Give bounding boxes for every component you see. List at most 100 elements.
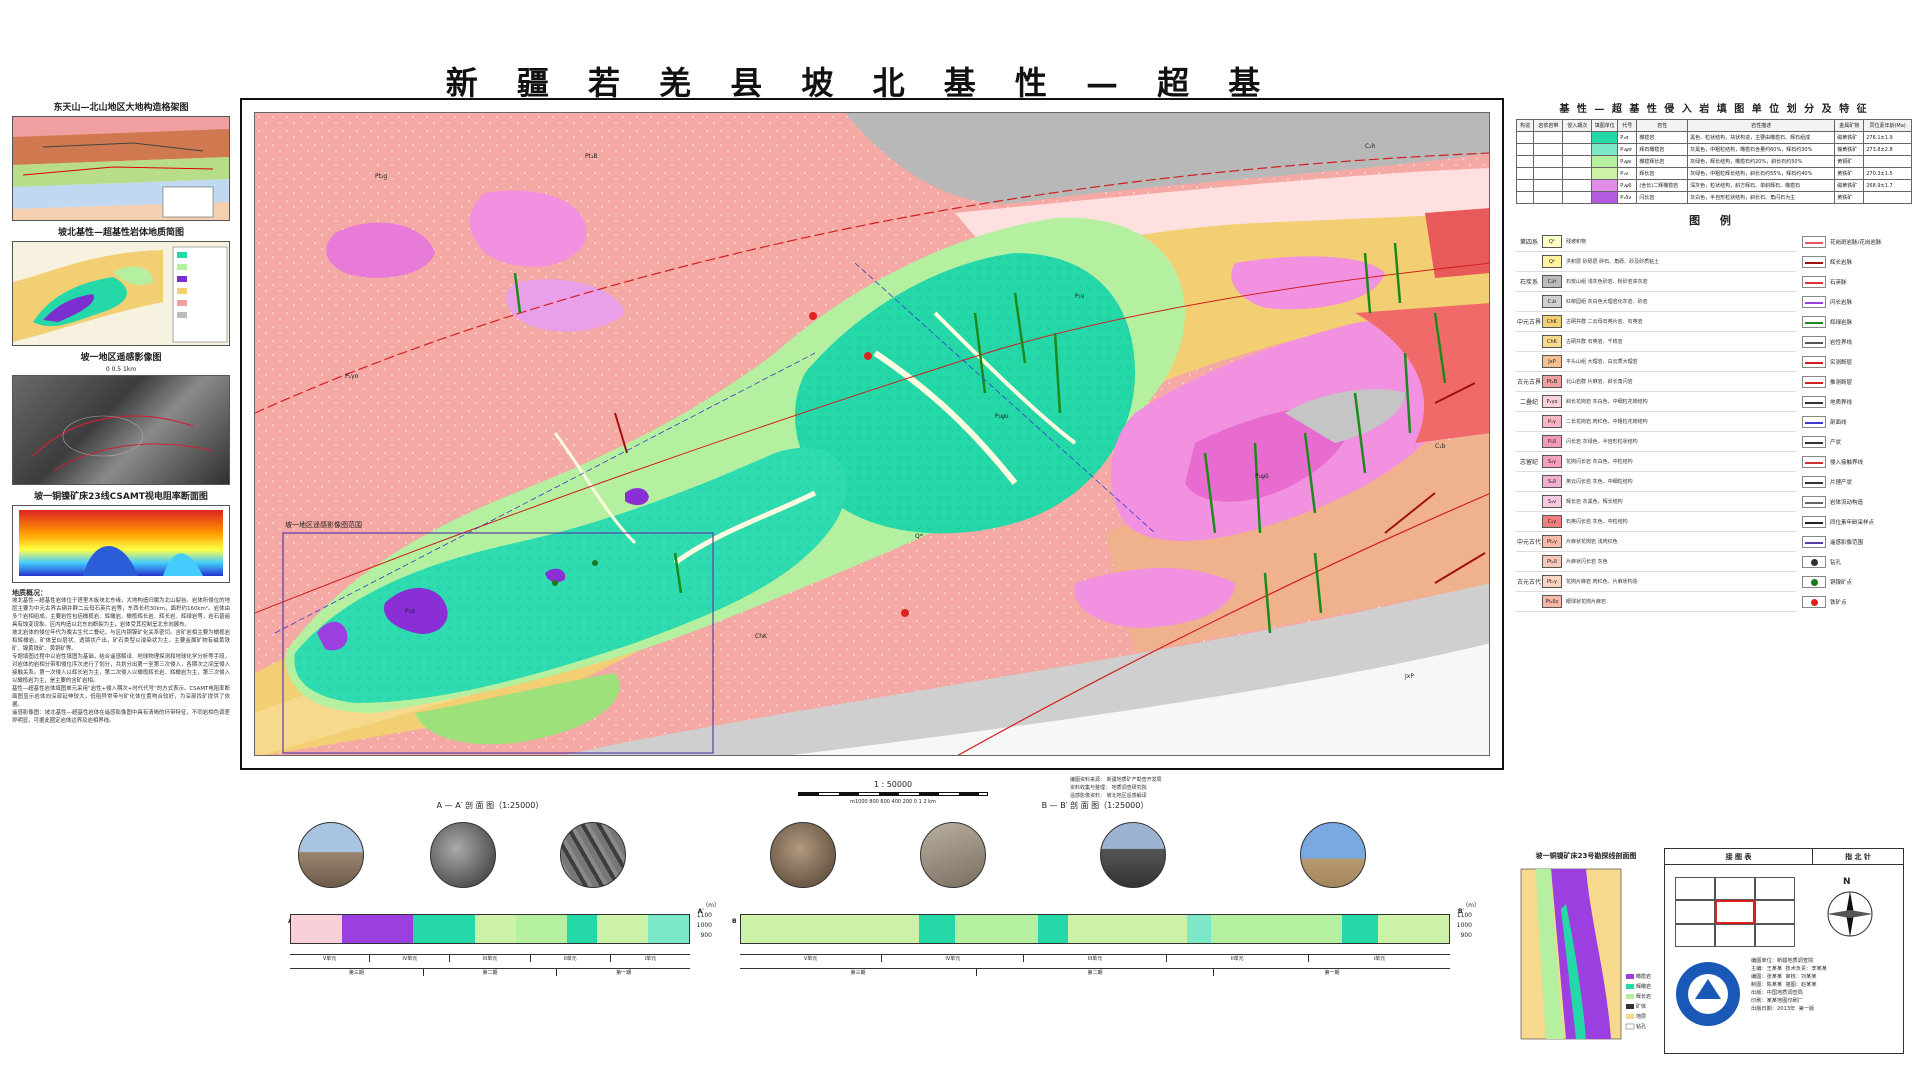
geology-notes: 坡北基性—超基性岩体位于塔里木板块北东缘，大地构造归属为北山裂谷。岩体所侵位的地…	[12, 598, 230, 724]
field-photo-7	[1300, 822, 1366, 888]
section-a-phases: 第三期 第二期 第一期	[290, 968, 690, 976]
inset-simplified-map	[12, 241, 230, 346]
field-photo-3	[560, 822, 626, 888]
legend-units: 第四系 Qʰ 残坡积物 Qᵖ 洪积层 砂砾层 碎石、角砾、砂及砂质粘土 石炭系 C₂h 石炭山…	[1516, 232, 1796, 612]
index-grid	[1675, 877, 1795, 947]
elev-label: 1000	[696, 922, 712, 929]
legend-symbol-item: 钻孔	[1802, 552, 1912, 572]
tectonic-svg	[13, 117, 229, 220]
table-header: 金属矿物	[1834, 119, 1865, 132]
inset-csamt-title: 坡一铜镍矿床23线CSAMT视电阻率断面图	[34, 492, 208, 502]
table-cell: 镍黄铁矿	[1834, 143, 1865, 156]
table-cell	[1515, 143, 1535, 156]
unit-label: II单元	[531, 955, 611, 962]
legend-symbol-icon	[1802, 396, 1826, 408]
units-table-body: P₁σ 橄榄岩 黑色、粒状结构，块状构造，主要由橄榄石、辉石组成 磁黄铁矿 276.1±…	[1515, 131, 1912, 204]
legend-title: 图 例	[1689, 214, 1739, 227]
table-cell: 灰绿色，中粗粒辉长结构，斜长石约55%，辉石约40%	[1687, 167, 1836, 180]
section-a-title: A — A′ 剖 面 图（1:25000）	[436, 801, 544, 810]
legend-item: Qᵖ 洪积层 砂砾层 碎石、角砾、砂及砂质粘土	[1516, 252, 1796, 272]
legend-symbol-icon	[1802, 236, 1826, 248]
table-cell: 273.8±2.8	[1863, 143, 1912, 156]
legend-swatch: S₃δ	[1542, 475, 1562, 488]
table-cell	[1863, 191, 1912, 204]
legend-swatch: Pt₁γ	[1542, 575, 1562, 588]
table-cell: 辉石橄榄岩	[1636, 143, 1689, 156]
section-b-units: V单元 IV单元 III单元 II单元 I单元	[740, 954, 1450, 962]
map-label: ChK	[755, 633, 767, 640]
section-b: B — B′ 剖 面 图（1:25000） B B′ （m） 1100 1000…	[732, 800, 1480, 1030]
legend-symbols: 花岗斑岩脉/花岗岩脉 辉长岩脉 石英脉 闪长岩脉 辉绿岩脉 岩性界线 实测断层 推测断层 地质界…	[1802, 232, 1912, 612]
legend-symbol-text: 花岗斑岩脉/花岗岩脉	[1830, 240, 1882, 246]
legend-era: 中元古代	[1516, 539, 1541, 546]
legend-text: 平头山组 大理岩、白云质大理岩	[1566, 358, 1638, 365]
legend-text: 石英闪长岩 灰色，中粒结构	[1566, 518, 1628, 525]
legend-item: 第四系 Qʰ 残坡积物	[1516, 232, 1796, 252]
legend-era: 志留纪	[1519, 459, 1538, 466]
table-cell: P₁ν	[1617, 167, 1638, 180]
legend-symbol-item: 铁矿点	[1802, 592, 1912, 612]
drill-legend: 橄榄岩 辉橄岩 辉长岩 矿体 地层 钻孔	[1636, 972, 1651, 1032]
table-cell: P₁ψδ	[1617, 179, 1638, 192]
legend-text: 英云闪长岩 灰色，中细粒结构	[1566, 478, 1633, 485]
table-cell	[1515, 167, 1535, 180]
left-column: 东天山—北山地区大地构造格架图 坡北基性—超基性岩体地质简图 坡一地区遥感影像图…	[12, 96, 230, 1056]
legend-item: 志留纪 S₃γ 花岗闪长岩 灰白色，中粒结构	[1516, 452, 1796, 472]
table-cell	[1515, 179, 1535, 192]
drill-legend-item: 矿体	[1636, 1004, 1647, 1010]
table-row: P₁σ 橄榄岩 黑色、粒状结构，块状构造，主要由橄榄石、辉石组成 磁黄铁矿 276.1±…	[1515, 131, 1912, 144]
section-a-profile	[290, 914, 690, 944]
unit-label: I单元	[644, 956, 657, 962]
phase-label: 第二期	[424, 969, 558, 976]
phase-label: 第一期	[1324, 970, 1340, 976]
drill-legend-item: 辉橄岩	[1636, 984, 1652, 990]
legend-item: 古元古代 Pt₁γ 花岗片麻岩 肉红色、片麻状构造	[1516, 572, 1796, 592]
table-header: 同位素年龄(Ma)	[1863, 119, 1912, 132]
main-geologic-map: 坡一地区遥感影像图范围 Pt₂g P₁γo C₂h Pt₁B ChK P₁ψδ …	[254, 112, 1490, 756]
table-cell: 黄铜矿	[1834, 155, 1865, 168]
legend-swatch: ChK	[1542, 315, 1562, 328]
map-label: Pt₁B	[585, 153, 598, 160]
elev-label: 1000	[1456, 922, 1472, 929]
table-cell: 270.3±1.5	[1863, 167, 1912, 180]
legend-symbol-item: 地质界线	[1802, 392, 1912, 412]
table-cell: 黑色、粒状结构，块状构造，主要由橄榄石、辉石组成	[1687, 131, 1836, 144]
mineral-point-1	[809, 312, 817, 320]
section-b-phases: 第三期 第二期 第一期	[740, 968, 1450, 976]
legend-item: ChK 古硐井群 石英岩、千枚岩	[1516, 332, 1796, 352]
legend-symbol-text: 岩性界线	[1830, 340, 1853, 346]
drill-section-title: 坡一铜镍矿床23号勘探线剖面图	[1535, 852, 1637, 860]
units-table-title: 基 性 — 超 基 性 侵 入 岩 填 图 单 位 划 分 及 特 征	[1559, 104, 1869, 115]
legend-symbol-item: 推测断层	[1802, 372, 1912, 392]
table-row: P₁ψδ (含长)二辉橄榄岩 深灰色，粒状结构，斜方辉石、单斜辉石、橄榄石 磁黄铁矿 2…	[1515, 179, 1912, 192]
rs-extent-label: 坡一地区遥感影像图范围	[285, 520, 362, 529]
legend-symbol-item: 闪长岩脉	[1802, 292, 1912, 312]
inset-rs-title: 坡一地区遥感影像图	[80, 353, 162, 363]
table-cell: 磁黄铁矿	[1834, 179, 1865, 192]
map-label: C₁b	[1435, 443, 1446, 450]
legend-text: 片麻状花岗岩 浅肉红色	[1566, 538, 1618, 545]
elev-label: 900	[700, 932, 712, 939]
table-cell: 灰绿色，辉长结构，橄榄石约20%，斜长石约50%	[1687, 155, 1836, 168]
legend-symbol-icon	[1802, 476, 1826, 488]
legend-symbol-item: 实测断层	[1802, 352, 1912, 372]
table-cell	[1562, 179, 1593, 192]
legend-item: C₁b 红柳园组 灰白色大理岩化灰岩、砂岩	[1516, 292, 1796, 312]
legend-symbol-item: 侵入接触界线	[1802, 452, 1912, 472]
data-credits: 编图资料来源： 新疆地质矿产勘查开发局 资料收集与整理： 地质调查研究院 遥感影…	[1070, 776, 1500, 800]
legend-swatch: Qᵖ	[1542, 255, 1562, 268]
unit-label: II单元	[1167, 955, 1309, 962]
legend-symbol-icon	[1802, 536, 1826, 548]
legend-item: JxP 平头山组 大理岩、白云质大理岩	[1516, 352, 1796, 372]
legend-symbol-icon	[1802, 596, 1826, 608]
table-cell: 辉长岩	[1636, 167, 1689, 180]
table-cell: 276.1±1.9	[1863, 131, 1912, 144]
table-cell: 灰白色，半自形粒状结构，斜长石、角闪石为主	[1687, 191, 1836, 204]
table-row: P₁ν 辉长岩 灰绿色，中粗粒辉长结构，斜长石约55%，辉石约40% 黄铁矿 270.3…	[1515, 167, 1912, 180]
unit-label: IV单元	[370, 955, 451, 962]
compass-rose-icon	[1827, 891, 1873, 937]
legend-swatch: P₁δ	[1542, 435, 1562, 448]
legend-symbol-item: 片理产状	[1802, 472, 1912, 492]
table-cell: (含长)二辉橄榄岩	[1636, 179, 1689, 192]
table-cell: 黄铁矿	[1834, 167, 1865, 180]
